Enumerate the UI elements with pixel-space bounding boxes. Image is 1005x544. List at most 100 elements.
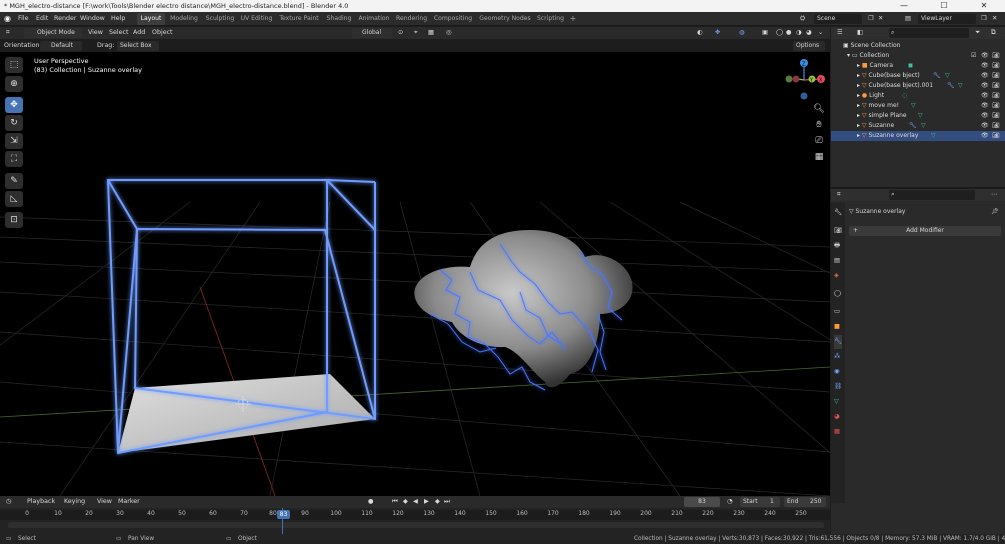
- timeline-scrollbar[interactable]: [8, 522, 824, 528]
- properties-search-field[interactable]: [889, 190, 975, 200]
- visibility-icon[interactable]: 👁︎: [981, 111, 989, 121]
- blender-logo-icon[interactable]: ◉: [4, 12, 11, 26]
- tab-sculpting[interactable]: Sculpting: [204, 13, 236, 25]
- shading-options-icon[interactable]: ⌄: [818, 26, 823, 40]
- transform-tool-icon[interactable]: ⛶: [5, 151, 23, 167]
- world-tab-icon[interactable]: ◯: [834, 287, 841, 301]
- collection-visibility-icon[interactable]: 👁︎: [981, 51, 989, 61]
- menu-add[interactable]: Add: [133, 26, 145, 40]
- snap-target-icon[interactable]: ▦: [428, 26, 434, 40]
- tab-geometry-nodes[interactable]: Geometry Nodes: [479, 13, 531, 25]
- play-icon[interactable]: ▶: [424, 495, 429, 509]
- transform-orientation-selector[interactable]: Global: [352, 28, 392, 38]
- camera-data-icon[interactable]: ◼: [908, 61, 913, 71]
- collection-tab-icon[interactable]: ▭: [834, 305, 840, 319]
- visibility-icon[interactable]: ◐: [697, 26, 703, 40]
- display-mode-icon[interactable]: ◧: [857, 26, 863, 40]
- pin-icon[interactable]: ⋯: [991, 188, 997, 202]
- render-icon[interactable]: 📷︎: [992, 101, 1000, 111]
- visibility-icon[interactable]: 👁︎: [981, 131, 989, 141]
- object-tab-icon[interactable]: ■: [834, 320, 840, 334]
- end-frame-field[interactable]: End 250: [784, 497, 826, 507]
- pan-hand-icon[interactable]: ✋︎: [812, 118, 826, 132]
- outliner-collection[interactable]: ▾ ▭ Collection ☑ 👁︎ 📷︎: [831, 51, 1005, 61]
- constraints-tab-icon[interactable]: ⛓: [834, 380, 842, 394]
- tab-rendering[interactable]: Rendering: [396, 13, 427, 25]
- menu-object[interactable]: Object: [152, 26, 173, 40]
- texture-tab-icon[interactable]: ▦: [834, 425, 840, 439]
- jump-start-icon[interactable]: ⏮: [392, 495, 398, 509]
- visibility-icon[interactable]: 👁︎: [981, 101, 989, 111]
- collection-checkbox-icon[interactable]: ☑: [971, 51, 976, 61]
- render-icon[interactable]: 📷︎: [992, 91, 1000, 101]
- 3d-viewport[interactable]: User Perspective (83) Collection | Suzan…: [0, 52, 830, 496]
- scene-tab-icon[interactable]: ◈: [834, 269, 839, 283]
- outliner-item-cube[interactable]: ▸ ▽ Cube(base bject) 🔧︎ ▽ 👁︎ 📷︎: [831, 71, 1005, 81]
- view-layer-copy-icon[interactable]: ❐: [981, 12, 987, 26]
- snapping-icon[interactable]: ⌖: [414, 26, 418, 40]
- shading-solid-icon[interactable]: ●: [786, 26, 792, 40]
- modifier-icon[interactable]: 🔧︎: [909, 121, 917, 131]
- clock-icon[interactable]: ◔: [727, 495, 733, 509]
- collection-render-icon[interactable]: 📷︎: [992, 51, 1000, 61]
- menu-render[interactable]: Render: [54, 12, 76, 26]
- light-data-icon[interactable]: ◌: [902, 91, 907, 101]
- options-button[interactable]: Options: [793, 41, 825, 51]
- tab-animation[interactable]: Animation: [358, 13, 390, 25]
- modifier-icon[interactable]: 🔧︎: [933, 71, 941, 81]
- menu-file[interactable]: File: [18, 12, 29, 26]
- menu-marker[interactable]: Marker: [118, 495, 140, 509]
- modifier-tab-icon[interactable]: 🔧︎: [834, 335, 842, 349]
- jump-end-icon[interactable]: ⏭: [444, 495, 450, 509]
- perspective-toggle-icon[interactable]: ▦: [812, 150, 826, 164]
- scene-selector[interactable]: Scene: [814, 14, 862, 24]
- visibility-icon[interactable]: 👁︎: [981, 121, 989, 131]
- outliner-item-camera[interactable]: ▸ ■ Camera ◼ 👁︎ 📷︎: [831, 61, 1005, 71]
- properties-editor-icon[interactable]: ⌗: [837, 188, 841, 202]
- timeline-editor-icon[interactable]: ◷: [6, 495, 12, 509]
- close-button[interactable]: ✕: [964, 0, 1004, 12]
- render-tab-icon[interactable]: 📷︎: [834, 224, 842, 238]
- visibility-icon[interactable]: 👁︎: [981, 71, 989, 81]
- view-layer-close-icon[interactable]: ✕: [992, 12, 997, 26]
- modifier-icon[interactable]: 🔧︎: [947, 81, 955, 91]
- xray-toggle-icon[interactable]: ▣: [762, 26, 768, 40]
- add-cube-tool-icon[interactable]: ⊡: [5, 212, 23, 228]
- current-frame-field[interactable]: 83: [684, 497, 720, 507]
- particles-tab-icon[interactable]: ⁂: [834, 350, 840, 364]
- render-icon[interactable]: 📷︎: [992, 61, 1000, 71]
- new-collection-icon[interactable]: ⧉: [991, 26, 996, 40]
- mesh-data-icon[interactable]: ▽: [958, 81, 963, 91]
- scene-close-icon[interactable]: ✕: [878, 12, 883, 26]
- render-icon[interactable]: 📷︎: [992, 81, 1000, 91]
- measure-tool-icon[interactable]: ◺: [5, 191, 23, 207]
- visibility-icon[interactable]: 👁︎: [981, 91, 989, 101]
- render-icon[interactable]: 📷︎: [992, 121, 1000, 131]
- menu-select[interactable]: Select: [109, 26, 128, 40]
- menu-timeline-view[interactable]: View: [97, 495, 112, 509]
- mesh-data-icon[interactable]: ▽: [911, 101, 916, 111]
- gizmo-toggle-icon[interactable]: ✥: [715, 26, 720, 40]
- tab-modeling[interactable]: Modeling: [168, 13, 200, 25]
- tab-texture-paint[interactable]: Texture Paint: [279, 13, 319, 25]
- render-icon[interactable]: 📷︎: [992, 131, 1000, 141]
- menu-view[interactable]: View: [88, 26, 103, 40]
- add-modifier-button[interactable]: + Add Modifier: [849, 226, 1001, 236]
- tab-scripting[interactable]: Scripting: [536, 13, 565, 25]
- shading-rendered-icon[interactable]: ◕: [806, 26, 812, 40]
- menu-window[interactable]: Window: [80, 12, 105, 26]
- menu-help[interactable]: Help: [111, 12, 125, 26]
- outliner-item-suzanne-overlay[interactable]: ▸ ▽ Suzanne overlay ▽ 👁︎ 📷︎: [831, 131, 1005, 141]
- outliner-search-field[interactable]: [889, 28, 969, 38]
- editor-type-icon[interactable]: ⌗: [6, 26, 10, 40]
- outliner-item-light[interactable]: ▸ ● Light ◌ 👁︎ 📷︎: [831, 91, 1005, 101]
- outliner-editor-icon[interactable]: ☰: [837, 26, 843, 40]
- menu-keying[interactable]: Keying: [64, 495, 85, 509]
- proportional-edit-icon[interactable]: ◎: [446, 26, 452, 40]
- mesh-data-icon[interactable]: ▽: [945, 71, 950, 81]
- output-tab-icon[interactable]: 🖶: [834, 239, 840, 253]
- start-frame-field[interactable]: Start 1: [740, 497, 780, 507]
- orientation-selector[interactable]: Default: [40, 41, 82, 51]
- tab-layout[interactable]: Layout: [137, 13, 165, 25]
- view-layer-tab-icon[interactable]: ▤: [834, 254, 840, 268]
